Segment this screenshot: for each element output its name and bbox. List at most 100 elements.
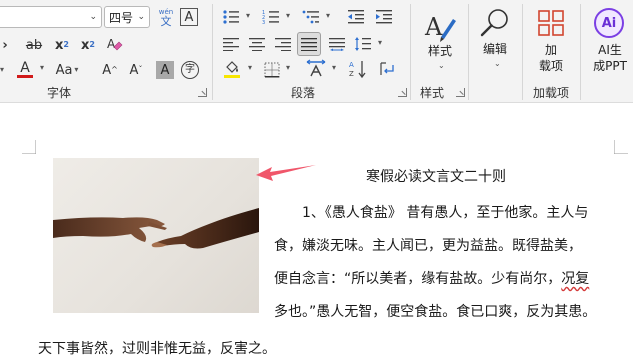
shading-button[interactable] [220, 58, 244, 80]
chevron-down-icon[interactable]: ▾ [326, 12, 330, 20]
group-divider [410, 4, 411, 100]
document-line-4[interactable]: 多也。”愚人无智，便空食盐。食已口爽，反为其患。 [274, 301, 596, 321]
chevron-down-icon[interactable]: ▾ [286, 64, 290, 72]
bullets-button[interactable] [220, 8, 242, 26]
paragraph-dialog-launcher[interactable] [398, 88, 407, 97]
increase-indent-button[interactable] [373, 8, 395, 26]
chevron-down-icon[interactable]: ▾ [378, 39, 382, 47]
align-right-icon [275, 38, 291, 51]
eraser-icon: A [107, 37, 123, 51]
addins-group-label: 加载项 [533, 86, 570, 100]
multilevel-list-button[interactable] [300, 8, 322, 26]
strikethrough-label: ab [25, 37, 43, 53]
distributed-align-button[interactable] [326, 34, 348, 54]
paint-bucket-icon [226, 60, 238, 73]
subscript-mark: 2 [63, 40, 69, 49]
decrease-indent-button[interactable] [345, 8, 367, 26]
clear-formatting-button[interactable]: A [104, 34, 124, 54]
ribbon: ⌄ 四号 ⌄ wén 文 A › ab x2 x2 A ▾ A ▾ Aa ▾ A… [0, 0, 633, 103]
borders-button[interactable] [262, 60, 282, 80]
font-effects-partial-button[interactable]: ▾ [0, 60, 6, 80]
strikethrough-button[interactable]: ab [22, 36, 46, 54]
superscript-label: x [81, 37, 90, 53]
font-name-combobox[interactable]: ⌄ [0, 6, 102, 28]
shrink-font-button[interactable]: Aˇ [126, 60, 146, 80]
chevron-down-icon[interactable]: ▾ [248, 64, 252, 72]
svg-text:A: A [424, 13, 443, 41]
numbering-button[interactable]: 1 2 3 [260, 8, 282, 26]
chevron-down-icon: ▾ [74, 65, 79, 74]
character-border-label: A [184, 9, 194, 25]
document-line-2[interactable]: 食，嫌淡无味。主人闻已，更为益盐。既得盐美， [274, 235, 582, 255]
chevron-down-icon[interactable]: ▾ [286, 12, 290, 20]
margin-corner-mark [614, 140, 628, 154]
ai-label-line1: AI生 [598, 43, 622, 57]
group-divider [468, 4, 469, 100]
group-divider [212, 4, 213, 100]
font-color-bar [17, 74, 33, 78]
justify-button[interactable] [297, 32, 321, 56]
styles-dialog-launcher[interactable] [456, 88, 465, 97]
spellcheck-flagged-word[interactable]: 况复 [561, 271, 589, 287]
borders-icon [264, 62, 280, 78]
editing-button[interactable] [476, 6, 514, 40]
hands-image [53, 208, 259, 249]
chevron-down-icon[interactable]: ⌄ [494, 60, 501, 68]
align-center-button[interactable] [246, 34, 268, 54]
line-spacing-button[interactable] [352, 34, 374, 54]
italic-partial-button[interactable]: › [0, 36, 12, 54]
addins-button[interactable] [536, 8, 566, 38]
document-title[interactable]: 寒假必读文言文二十则 [366, 166, 506, 186]
font-dialog-launcher[interactable] [198, 88, 207, 97]
chevron-down-icon[interactable]: ▾ [332, 64, 336, 72]
svg-text:A: A [107, 37, 116, 51]
align-justify-icon [301, 38, 317, 51]
font-group-label: 字体 [47, 86, 72, 100]
font-size-value: 四号 [109, 10, 134, 25]
chevron-down-icon: ▾ [0, 65, 4, 74]
multilevel-list-icon [302, 10, 319, 24]
superscript-button[interactable]: x2 [78, 36, 98, 54]
align-left-button[interactable] [220, 34, 242, 54]
subscript-button[interactable]: x2 [52, 36, 72, 54]
character-border-button[interactable]: A [180, 8, 198, 26]
paragraph-mark-icon [380, 62, 394, 75]
sort-button[interactable]: A Z [348, 58, 368, 80]
chevron-down-icon[interactable]: ⌄ [89, 12, 97, 22]
enclose-characters-button[interactable]: 字 [181, 61, 199, 79]
styles-button[interactable]: A [420, 8, 460, 44]
font-size-combobox[interactable]: 四号 ⌄ [104, 6, 150, 28]
chevron-down-icon[interactable]: ▾ [40, 64, 44, 72]
align-center-icon [249, 38, 265, 51]
change-case-button[interactable]: Aa ▾ [54, 60, 80, 80]
grow-font-button[interactable]: A ^ [100, 60, 120, 80]
phonetic-guide-button[interactable]: wén 文 [156, 6, 176, 30]
show-formatting-button[interactable] [376, 58, 398, 80]
styles-brush-icon: A [424, 13, 456, 42]
grow-font-label: A [102, 62, 112, 78]
styles-button-label: 样式 [427, 44, 452, 58]
superscript-mark: 2 [89, 40, 95, 49]
shrink-font-label: A [129, 62, 139, 78]
document-image[interactable] [53, 158, 259, 313]
document-line-3[interactable]: 便自念言：“所以美者，缘有盐故。少有尚尔，况复 [274, 268, 589, 288]
text-direction-button[interactable] [304, 58, 328, 80]
chevron-down-icon[interactable]: ⌄ [438, 62, 445, 70]
document-line-1[interactable]: 1、《愚人食盐》 昔有愚人，至于他家。主人与 [302, 202, 588, 222]
ai-label-line2: 成PPT [593, 59, 627, 73]
chevron-down-icon[interactable]: ⌄ [137, 12, 145, 22]
font-color-button[interactable]: A [14, 58, 36, 80]
document-line-5[interactable]: 天下事皆然，过则非惟无益，反害之。 [38, 338, 276, 358]
enclose-characters-label: 字 [185, 64, 195, 75]
styles-group-label: 样式 [420, 86, 445, 100]
bullet-list-icon [223, 10, 239, 24]
addins-label-line1: 加 [544, 43, 557, 57]
character-shading-button[interactable]: A [156, 61, 174, 79]
outdent-icon [348, 10, 364, 24]
chevron-down-icon[interactable]: ▾ [246, 12, 250, 20]
align-right-button[interactable] [272, 34, 294, 54]
paragraph-group-label: 段落 [291, 86, 316, 100]
numbered-list-icon: 1 2 3 [262, 10, 279, 25]
addins-label-line2: 载项 [538, 59, 563, 73]
ai-generate-ppt-button[interactable]: Ai [594, 8, 624, 38]
